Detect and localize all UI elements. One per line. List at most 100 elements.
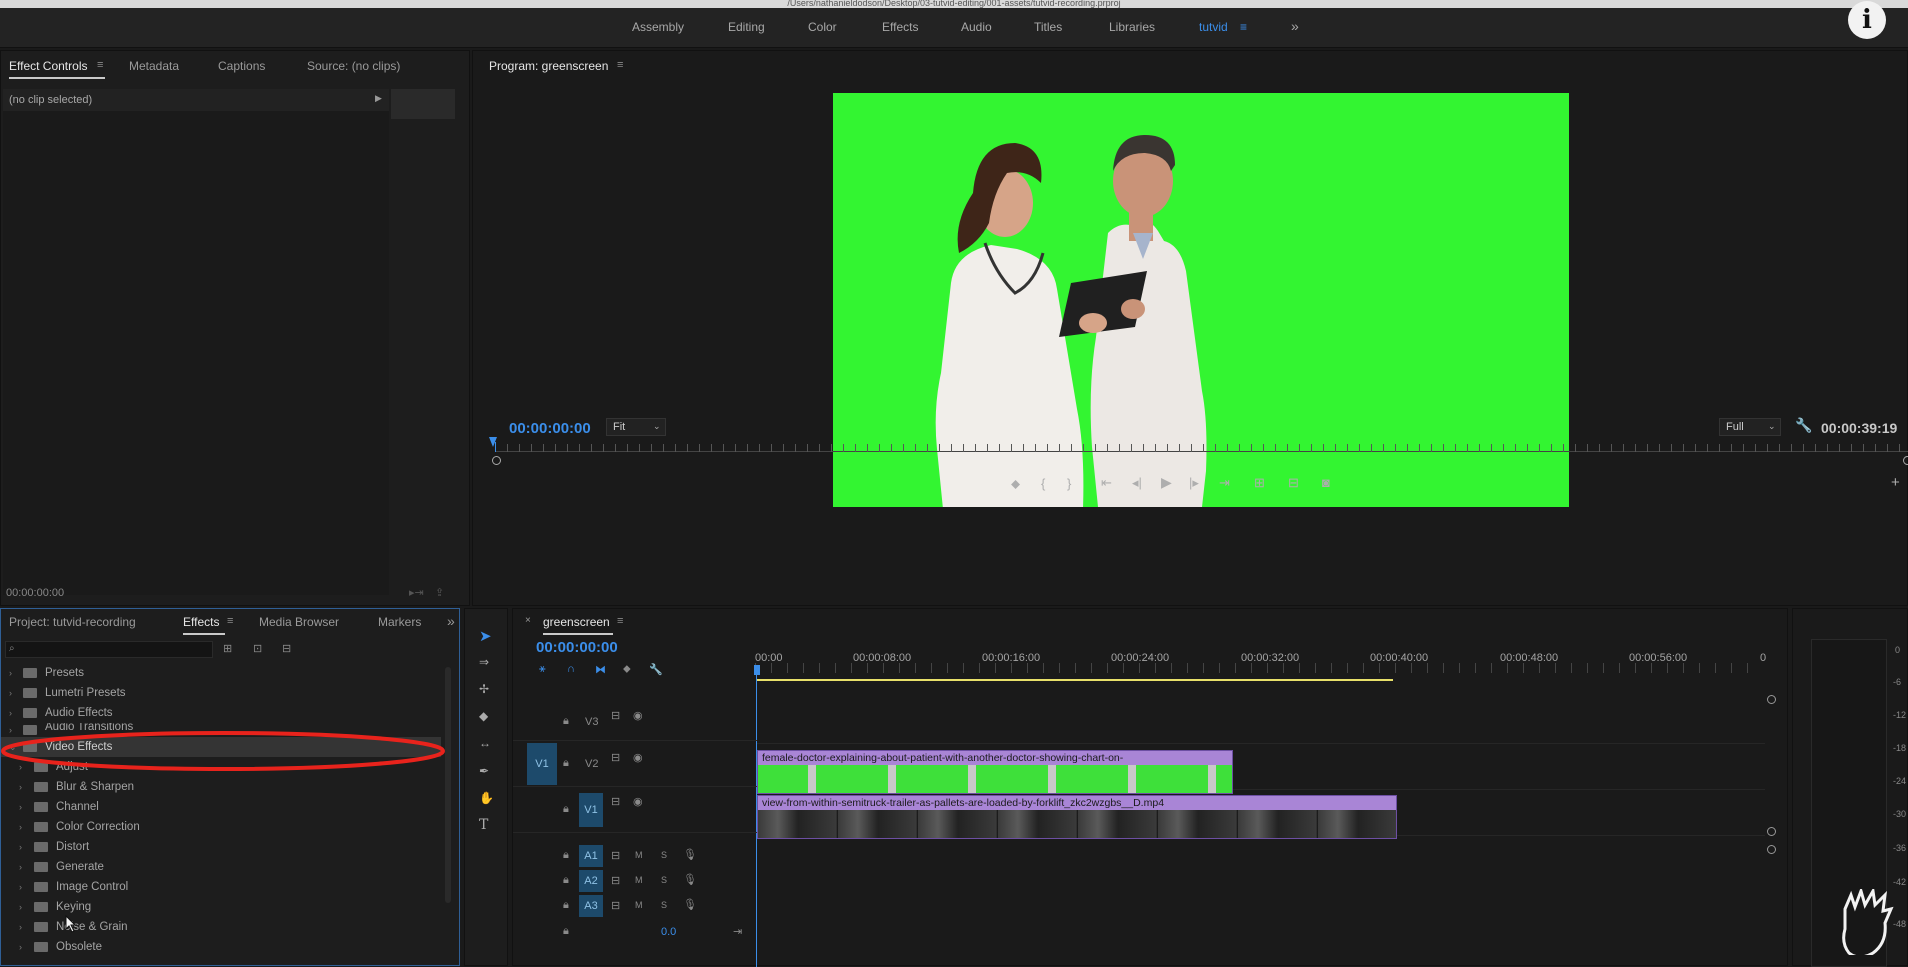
solo-button[interactable]: S bbox=[661, 900, 667, 910]
lock-icon[interactable]: 🔒︎ bbox=[563, 849, 569, 862]
program-monitor-title[interactable]: Program: greenscreen bbox=[489, 59, 608, 73]
v-scroll-handle[interactable] bbox=[1767, 827, 1776, 836]
sync-lock-icon[interactable]: ⊟ bbox=[611, 709, 620, 722]
camera-icon[interactable]: ◙ bbox=[1322, 475, 1330, 490]
tree-item-color-correction[interactable]: › Color Correction bbox=[1, 817, 441, 837]
yuv-effects-icon[interactable]: ⊟ bbox=[282, 642, 291, 655]
mark-out-icon[interactable]: } bbox=[1067, 476, 1071, 491]
nest-icon[interactable]: ⚹ bbox=[539, 663, 546, 676]
step-forward-icon[interactable]: |▸ bbox=[1189, 475, 1199, 491]
clip-v1-truck[interactable]: view-from-within-semitruck-trailer-as-pa… bbox=[757, 795, 1397, 839]
lock-icon[interactable]: 🔒︎ bbox=[563, 715, 569, 728]
lock-icon[interactable]: 🔒︎ bbox=[563, 925, 569, 938]
master-volume[interactable]: 0.0 bbox=[661, 926, 676, 938]
v-scroll-handle[interactable] bbox=[1767, 695, 1776, 704]
work-area-bar[interactable] bbox=[756, 679, 1393, 681]
program-menu-icon[interactable]: ≡ bbox=[617, 59, 623, 71]
workspace-editing[interactable]: Editing bbox=[728, 20, 765, 34]
solo-button[interactable]: S bbox=[661, 875, 667, 885]
sequence-tab[interactable]: greenscreen bbox=[543, 615, 610, 629]
program-timecode[interactable]: 00:00:00:00 bbox=[509, 420, 591, 437]
sync-lock-icon[interactable]: ⊟ bbox=[611, 874, 620, 887]
track-target-a2[interactable]: A2 bbox=[579, 870, 603, 892]
tree-item-blur-sharpen[interactable]: › Blur & Sharpen bbox=[1, 777, 441, 797]
hand-tool-icon[interactable]: ✋ bbox=[479, 791, 494, 805]
eye-icon[interactable]: ◉ bbox=[633, 751, 643, 764]
export-icon[interactable]: ⇪ bbox=[435, 586, 444, 599]
tree-item-keying[interactable]: › Keying bbox=[1, 897, 441, 917]
expand-arrow-icon[interactable]: ▶ bbox=[375, 93, 382, 104]
selection-tool-icon[interactable]: ➤ bbox=[479, 627, 492, 645]
tree-item-audio-effects[interactable]: › Audio Effects bbox=[1, 703, 441, 723]
workspace-menu-icon[interactable]: ≡ bbox=[1240, 20, 1247, 34]
microphone-icon[interactable]: 🎙︎ bbox=[683, 848, 697, 861]
add-button-icon[interactable]: + bbox=[1891, 474, 1900, 491]
solo-button[interactable]: S bbox=[661, 850, 667, 860]
add-marker-icon[interactable]: ⬥ bbox=[1011, 476, 1020, 492]
workspace-effects[interactable]: Effects bbox=[882, 20, 918, 34]
panel-menu-icon[interactable]: ≡ bbox=[97, 59, 103, 71]
workspace-color[interactable]: Color bbox=[808, 20, 837, 34]
go-to-in-icon[interactable]: ⇤ bbox=[1101, 475, 1112, 491]
add-marker-icon[interactable]: ⬥ bbox=[623, 663, 631, 676]
lift-icon[interactable]: ⊞ bbox=[1254, 475, 1265, 491]
tab-captions[interactable]: Captions bbox=[218, 59, 265, 73]
mute-button[interactable]: M bbox=[635, 875, 643, 885]
sync-lock-icon[interactable]: ⊟ bbox=[611, 899, 620, 912]
fit-select[interactable]: Fit ⌄ bbox=[606, 418, 666, 436]
source-patch-v1[interactable]: V1 bbox=[527, 743, 557, 785]
tab-source[interactable]: Source: (no clips) bbox=[307, 59, 400, 73]
mark-in-icon[interactable]: { bbox=[1041, 476, 1045, 491]
32bit-effects-icon[interactable]: ⊡ bbox=[253, 642, 262, 655]
track-target-v1[interactable]: V1 bbox=[579, 793, 603, 827]
sequence-timecode[interactable]: 00:00:00:00 bbox=[536, 639, 618, 656]
tab-media-browser[interactable]: Media Browser bbox=[259, 615, 339, 629]
effects-search-input[interactable]: ⌕ bbox=[5, 641, 213, 658]
slip-tool-icon[interactable]: ↔ bbox=[479, 736, 491, 750]
mute-button[interactable]: M bbox=[635, 900, 643, 910]
step-back-icon[interactable]: ◂| bbox=[1132, 475, 1142, 491]
lock-icon[interactable]: 🔒︎ bbox=[563, 874, 569, 887]
snap-icon[interactable]: ∩ bbox=[567, 663, 575, 675]
eye-icon[interactable]: ◉ bbox=[633, 709, 643, 722]
track-target-a3[interactable]: A3 bbox=[579, 895, 603, 917]
linked-selection-icon[interactable]: ⧓ bbox=[595, 663, 606, 676]
workspace-assembly[interactable]: Assembly bbox=[632, 20, 684, 34]
play-icon[interactable]: ▶ bbox=[1161, 474, 1172, 491]
tree-item-obsolete[interactable]: › Obsolete bbox=[1, 937, 441, 957]
tree-item-distort[interactable]: › Distort bbox=[1, 837, 441, 857]
zoom-handle-right[interactable] bbox=[1903, 456, 1908, 465]
clip-v2-greenscreen[interactable]: female-doctor-explaining-about-patient-w… bbox=[757, 750, 1233, 794]
quality-select[interactable]: Full ⌄ bbox=[1719, 418, 1781, 436]
razor-tool-icon[interactable]: ◆ bbox=[479, 709, 488, 723]
tree-item-image-control[interactable]: › Image Control bbox=[1, 877, 441, 897]
lock-icon[interactable]: 🔒︎ bbox=[563, 899, 569, 912]
timeline-playhead[interactable] bbox=[754, 665, 760, 675]
sequence-menu-icon[interactable]: ≡ bbox=[617, 615, 623, 627]
pen-tool-icon[interactable]: ✒ bbox=[479, 764, 489, 778]
tab-effect-controls[interactable]: Effect Controls bbox=[9, 59, 87, 73]
lock-icon[interactable]: 🔒︎ bbox=[563, 757, 569, 770]
workspace-libraries[interactable]: Libraries bbox=[1109, 20, 1155, 34]
extract-icon[interactable]: ⊟ bbox=[1288, 475, 1299, 491]
effects-scrollbar[interactable] bbox=[445, 667, 451, 903]
track-target-a1[interactable]: A1 bbox=[579, 845, 603, 867]
tab-effects[interactable]: Effects bbox=[183, 615, 219, 629]
ripple-edit-tool-icon[interactable]: ✢ bbox=[479, 682, 489, 696]
workspaces-more-button[interactable]: » bbox=[1291, 18, 1299, 34]
workspace-tutvid[interactable]: tutvid bbox=[1199, 20, 1228, 34]
tab-project[interactable]: Project: tutvid-recording bbox=[9, 615, 136, 629]
close-sequence-icon[interactable]: × bbox=[525, 615, 531, 626]
sync-lock-icon[interactable]: ⊟ bbox=[611, 849, 620, 862]
tab-metadata[interactable]: Metadata bbox=[129, 59, 179, 73]
microphone-icon[interactable]: 🎙︎ bbox=[683, 898, 697, 911]
mute-button[interactable]: M bbox=[635, 850, 643, 860]
sync-lock-icon[interactable]: ⊟ bbox=[611, 795, 620, 808]
a-scroll-handle[interactable] bbox=[1767, 845, 1776, 854]
panels-more-button[interactable]: » bbox=[447, 613, 455, 629]
tree-item-presets[interactable]: › Presets bbox=[1, 663, 441, 683]
accelerated-effects-icon[interactable]: ⊞ bbox=[223, 642, 232, 655]
eye-icon[interactable]: ◉ bbox=[633, 795, 643, 808]
timeline-settings-icon[interactable]: 🔧 bbox=[649, 663, 663, 676]
go-to-out-icon[interactable]: ⇥ bbox=[1219, 475, 1230, 491]
